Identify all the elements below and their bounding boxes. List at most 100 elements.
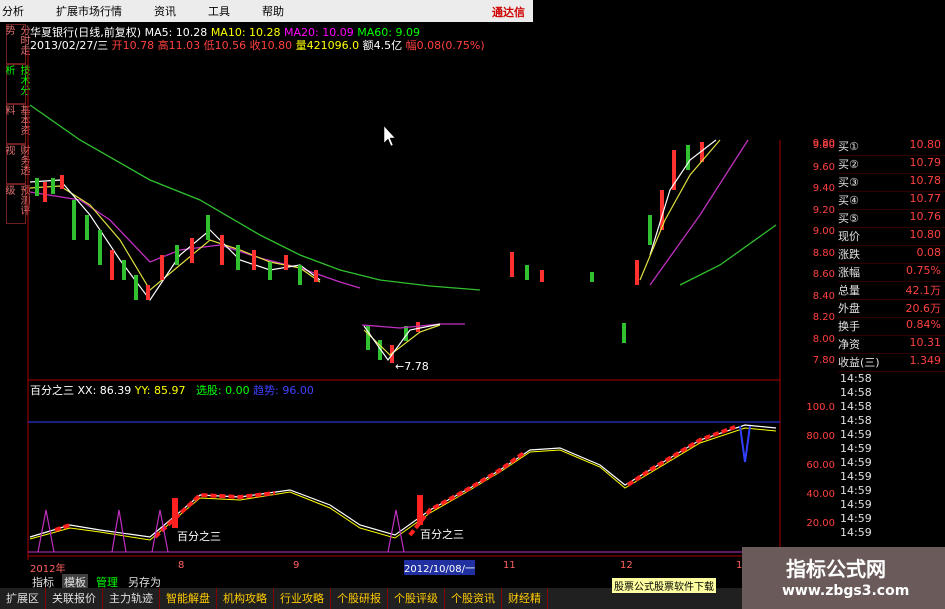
quote-value: 42.1万 (905, 284, 942, 297)
quote-row: 收益(三) 1.349 (838, 354, 945, 372)
tick-time: 14:59 (840, 498, 872, 511)
tab-ext-area[interactable]: 扩展区 (0, 588, 46, 609)
quote-value: 10.78 (909, 174, 942, 187)
price-tick: 8.80 (812, 247, 835, 259)
quote-row: 买① 10.80 (838, 138, 945, 156)
quote-key: 收益(三) (838, 356, 880, 369)
tick-time: 14:59 (840, 512, 872, 525)
tab-stock-news[interactable]: 个股资讯 (445, 588, 502, 609)
quote-key: 外盘 (838, 302, 860, 315)
tick-time: 14:59 (840, 428, 872, 441)
osc-xx-line (29, 424, 777, 538)
quote-row: 换手 0.84% (838, 318, 945, 336)
tab-industry[interactable]: 行业攻略 (274, 588, 331, 609)
tick-time: 14:58 (840, 400, 872, 413)
ma20-segment (361, 323, 465, 329)
price-tick: 9.80 (812, 140, 835, 151)
price-tick: 8.40 (812, 290, 835, 302)
signal-bar (172, 498, 178, 528)
signal-label: 百分之三 (177, 529, 221, 543)
quote-key: 买③ (838, 176, 859, 189)
price-tick: 8.20 (812, 312, 835, 323)
tab-finance-news[interactable]: 财经精 (502, 588, 548, 609)
tick-time: 14:59 (840, 484, 872, 497)
quote-value: 10.80 (909, 228, 942, 241)
date-label: 2012年 (30, 564, 66, 575)
quote-key: 买④ (838, 194, 859, 207)
tick-time: 14:59 (840, 456, 872, 469)
quote-value: 10.31 (909, 336, 942, 349)
osc-yy-line (29, 427, 777, 541)
quote-row: 净资 10.31 (838, 336, 945, 354)
quote-row: 现价 10.80 (838, 228, 945, 246)
quote-value: 10.76 (909, 210, 942, 223)
price-tick: 7.80 (812, 355, 835, 366)
quote-value: 0.08 (916, 246, 942, 259)
tab-research[interactable]: 个股研报 (331, 588, 388, 609)
osc-tick: 40.00 (806, 489, 835, 500)
tab-smart-analysis[interactable]: 智能解盘 (160, 588, 217, 609)
indicator-select: 选股: 0.00 (195, 384, 250, 397)
date-label: 8 (178, 560, 185, 571)
quote-key: 涨幅 (838, 266, 860, 279)
date-label: 11 (503, 560, 516, 571)
indicator-info: 百分之三 XX: 86.39 YY: 85.97 选股: 0.00 趋势: 96… (30, 382, 314, 398)
quote-row: 买⑤ 10.76 (838, 210, 945, 228)
quote-row: 买③ 10.78 (838, 174, 945, 192)
mouse-cursor-icon (383, 125, 396, 147)
date-label: 9 (293, 560, 300, 571)
price-tick: 9.60 (812, 161, 835, 173)
quote-key: 换手 (838, 320, 860, 333)
price-tick: 9.20 (812, 204, 835, 216)
quote-row: 涨幅 0.75% (838, 264, 945, 282)
quote-value: 10.79 (909, 156, 942, 169)
osc-tick: 20.00 (806, 518, 835, 529)
tab-rating[interactable]: 个股评级 (388, 588, 445, 609)
price-tick-list: 9.80 9.60 9.40 9.20 9.00 8.80 8.60 8.40 … (790, 140, 835, 377)
quote-key: 净资 (838, 338, 860, 351)
tick-time: 14:59 (840, 526, 872, 539)
tab-related-quote[interactable]: 关联报价 (46, 588, 103, 609)
indicator-xx: XX: 86.39 (77, 384, 132, 397)
price-tick: 8.60 (812, 269, 835, 280)
tab-main-track[interactable]: 主力轨迹 (103, 588, 160, 609)
tick-time: 14:58 (840, 414, 872, 427)
tick-time: 14:58 (840, 386, 872, 399)
ad-url: www.zbgs3.com (782, 583, 910, 599)
indicator-name: 百分之三 (30, 384, 74, 397)
quote-row: 买② 10.79 (838, 156, 945, 174)
quote-value: 1.349 (909, 354, 942, 367)
osc-dip (739, 425, 751, 463)
indicator-trend: 趋势: 96.00 (253, 384, 314, 397)
tab-institution[interactable]: 机构攻略 (217, 588, 274, 609)
quote-key: 买⑤ (838, 212, 859, 225)
quote-row: 涨跌 0.08 (838, 246, 945, 264)
osc-uptrend-segment-2 (408, 450, 527, 537)
date-cursor-label: 2012/10/08/一 (404, 560, 476, 575)
price-tick: 9.40 (812, 183, 835, 194)
ad-title: 指标公式网 (786, 557, 886, 581)
price-tick: 9.00 (812, 226, 835, 237)
watermark-ad: 指标公式网 www.zbgs3.com (742, 547, 945, 609)
tick-time: 14:58 (840, 372, 872, 385)
quote-key: 现价 (838, 230, 860, 243)
quote-key: 买② (838, 158, 859, 171)
quote-key: 买① (838, 140, 859, 153)
download-tip[interactable]: 股票公式股票软件下载 (612, 578, 716, 593)
osc-tick: 100.0 (806, 402, 835, 413)
quote-key: 总量 (838, 284, 860, 297)
osc-uptrend-segment-3 (626, 425, 736, 487)
quote-row: 总量 42.1万 (838, 282, 945, 300)
candles (35, 142, 704, 363)
signal-label-2: 百分之三 (420, 527, 464, 541)
quote-panel: 买① 10.80 买② 10.79 买③ 10.78 买④ 10.77 买⑤ 10.76 … (838, 138, 945, 558)
date-label: 12 (620, 560, 633, 571)
ma20-line-2 (649, 139, 749, 286)
osc-tick: 80.00 (806, 431, 835, 442)
low-marker: ←7.78 (395, 360, 429, 373)
indicator-yy: YY: 85.97 (134, 384, 186, 397)
date-axis: 2012年 8 9 2012/10/08/一 11 12 1 (28, 560, 748, 575)
osc-tick: 60.00 (806, 460, 835, 471)
quote-value: 10.77 (909, 192, 942, 205)
signal-bar-2 (417, 495, 423, 525)
